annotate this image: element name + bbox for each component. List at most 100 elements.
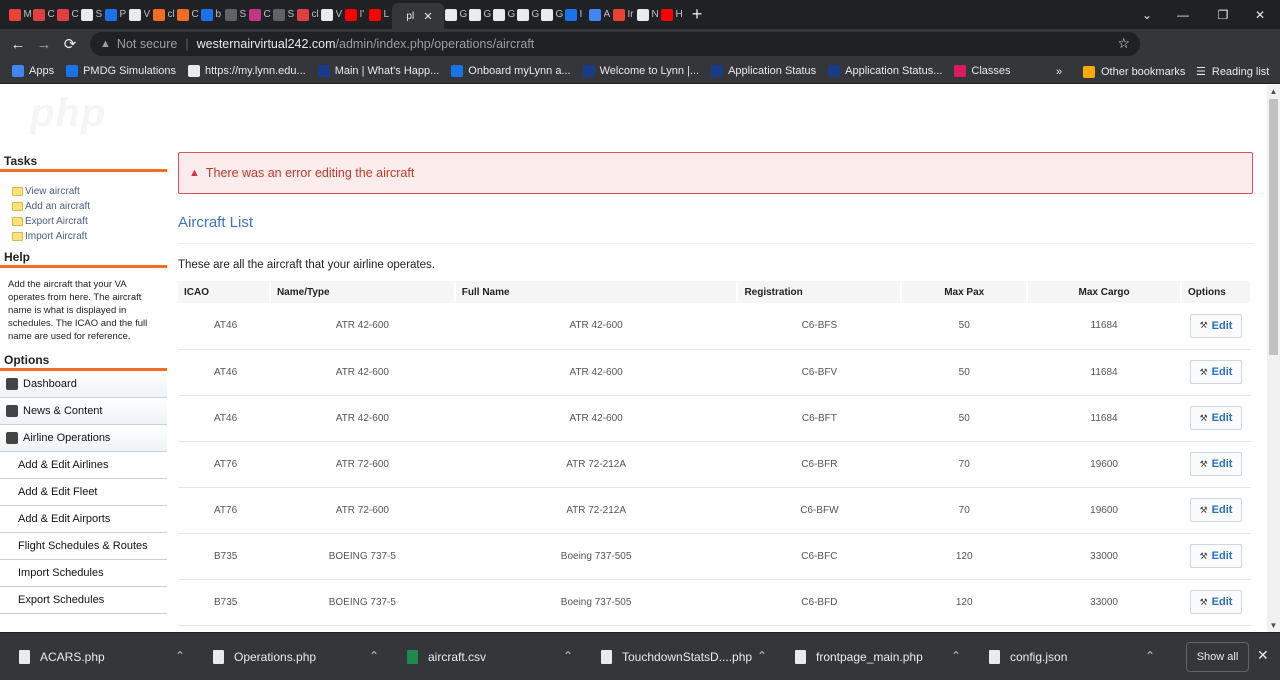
web-page: php Tasks View aircraft Add an aircraft Ex… <box>0 85 1267 632</box>
browser-tab[interactable]: S <box>272 0 296 29</box>
tab-title: C <box>47 9 55 20</box>
intro-text: These are all the aircraft that your air… <box>178 259 435 271</box>
browser-tab[interactable]: G <box>540 0 564 29</box>
new-tab-button[interactable]: + <box>684 0 710 29</box>
edit-button[interactable]: ⚒ Edit <box>1189 406 1243 430</box>
sub-option-item[interactable]: Add & Edit Airports <box>0 506 167 533</box>
bookmark-item[interactable]: PMDG Simulations <box>66 65 176 77</box>
wrench-icon: ⚒ <box>1199 550 1208 561</box>
edit-button[interactable]: ⚒ Edit <box>1189 590 1243 614</box>
browser-tab[interactable]: b <box>200 0 224 29</box>
task-link[interactable]: Add an aircraft <box>12 199 167 214</box>
address-bar[interactable]: ▲ Not secure | westernairvirtual242.com /… <box>90 32 1140 56</box>
chevron-up-icon[interactable]: ⌃ <box>1145 649 1155 663</box>
bookmark-item[interactable]: Welcome to Lynn |... <box>582 65 699 77</box>
browser-tab[interactable]: C <box>248 0 272 29</box>
browser-tab[interactable]: M Ir <box>8 0 32 29</box>
chevron-up-icon[interactable]: ⌃ <box>951 649 961 663</box>
tab-title: C <box>191 9 199 20</box>
edit-button[interactable]: ⚒ Edit <box>1189 452 1243 476</box>
other-bookmarks[interactable]: Other bookmarks <box>1083 59 1185 84</box>
chevron-up-icon[interactable]: ⌃ <box>175 649 185 663</box>
bookmark-item[interactable]: Onboard myLynn a... <box>451 65 571 77</box>
browser-tab[interactable]: G <box>516 0 540 29</box>
browser-tab[interactable]: G <box>468 0 492 29</box>
cell-max-pax: 120 <box>901 579 1028 626</box>
bookmark-item[interactable]: Application Status <box>711 65 816 77</box>
edit-button[interactable]: ⚒ Edit <box>1189 360 1243 384</box>
close-tab-icon[interactable]: ✕ <box>423 10 432 23</box>
browser-tab[interactable]: C <box>32 0 56 29</box>
column-header: Max Cargo <box>1027 281 1182 303</box>
admin-sidebar: Tasks View aircraft Add an aircraft Export… <box>0 152 167 632</box>
bookmark-label: Main | What's Happ... <box>334 65 440 77</box>
bookmarks-overflow-button[interactable]: » <box>1056 59 1062 84</box>
browser-tab[interactable]: G <box>444 0 468 29</box>
sub-option-item[interactable]: Flight Schedules & Routes <box>0 533 167 560</box>
bookmark-item[interactable]: Application Status... <box>828 65 942 77</box>
scroll-down-arrow-icon[interactable]: ▼ <box>1267 619 1280 632</box>
browser-tab[interactable]: cl <box>296 0 320 29</box>
browser-tab[interactable]: P <box>104 0 128 29</box>
close-window-icon[interactable]: ✕ <box>1240 0 1280 29</box>
bookmark-label: Application Status <box>728 65 817 77</box>
edit-button[interactable]: ⚒ Edit <box>1189 544 1243 568</box>
bookmark-favicon-icon <box>582 65 595 77</box>
tab-title: S <box>287 9 295 20</box>
browser-tab[interactable]: S <box>80 0 104 29</box>
browser-tab[interactable]: C <box>56 0 80 29</box>
download-item[interactable]: TouchdownStatsD....php ⌃ <box>601 633 781 680</box>
bookmark-item[interactable]: Main | What's Happ... <box>317 65 440 77</box>
browser-tab[interactable]: pl ✕ <box>392 3 444 29</box>
browser-tab[interactable]: I' <box>344 0 368 29</box>
browser-tab[interactable]: S <box>224 0 248 29</box>
browser-tab[interactable]: I <box>564 0 588 29</box>
download-item[interactable]: frontpage_main.php ⌃ <box>795 633 975 680</box>
chevron-up-icon[interactable]: ⌃ <box>757 649 767 663</box>
sub-option-item[interactable]: Add & Edit Airlines <box>0 452 167 479</box>
option-item[interactable]: Dashboard <box>0 371 167 398</box>
task-link[interactable]: Export Aircraft <box>12 214 167 229</box>
browser-tab[interactable]: V <box>128 0 152 29</box>
task-label: View aircraft <box>25 186 80 197</box>
show-all-downloads-button[interactable]: Show all <box>1186 642 1249 672</box>
browser-tab[interactable]: H <box>660 0 684 29</box>
scroll-up-arrow-icon[interactable]: ▲ <box>1267 85 1280 98</box>
chevron-up-icon[interactable]: ⌃ <box>369 649 379 663</box>
download-item[interactable]: config.json ⌃ <box>989 633 1169 680</box>
sub-option-item[interactable]: Import Schedules <box>0 560 167 587</box>
page-scrollbar[interactable]: ▲ ▼ <box>1267 85 1280 632</box>
bookmark-star-icon[interactable]: ☆ <box>1117 35 1130 52</box>
download-item[interactable]: aircraft.csv ⌃ <box>407 633 587 680</box>
task-link[interactable]: Import Aircraft <box>12 229 167 244</box>
browser-tab[interactable]: V <box>320 0 344 29</box>
edit-button[interactable]: ⚒ Edit <box>1189 498 1243 522</box>
browser-tab[interactable]: N <box>636 0 660 29</box>
browser-tab[interactable]: L <box>368 0 392 29</box>
bookmark-item[interactable]: Classes <box>954 65 1011 77</box>
chevron-up-icon[interactable]: ⌃ <box>563 649 573 663</box>
browser-tab[interactable]: Ir <box>612 0 636 29</box>
download-item[interactable]: Operations.php ⌃ <box>213 633 393 680</box>
cell-registration: C6-BFS <box>737 303 902 350</box>
bookmark-item[interactable]: https://my.lynn.edu... <box>188 65 306 77</box>
reload-icon[interactable]: ⟳ <box>57 31 83 57</box>
scrollbar-thumb[interactable] <box>1269 99 1278 355</box>
task-link[interactable]: View aircraft <box>12 184 167 199</box>
reading-list[interactable]: ☰ Reading list <box>1196 59 1269 84</box>
bookmark-item[interactable]: Apps <box>12 65 54 77</box>
back-arrow-icon[interactable]: ← <box>5 31 31 57</box>
browser-tab[interactable]: A <box>588 0 612 29</box>
sub-option-item[interactable]: Add & Edit Fleet <box>0 479 167 506</box>
option-item[interactable]: Airline Operations <box>0 425 167 452</box>
download-item[interactable]: ACARS.php ⌃ <box>19 633 199 680</box>
option-item[interactable]: News & Content <box>0 398 167 425</box>
close-shelf-icon[interactable]: ✕ <box>1257 647 1269 664</box>
browser-tab[interactable]: G <box>492 0 516 29</box>
edit-button[interactable]: ⚒ Edit <box>1189 313 1243 338</box>
sub-option-item[interactable]: Export Schedules <box>0 587 167 614</box>
forward-arrow-icon[interactable]: → <box>31 31 57 57</box>
browser-tab[interactable]: cl <box>152 0 176 29</box>
file-icon <box>19 650 30 664</box>
browser-tab[interactable]: C <box>176 0 200 29</box>
